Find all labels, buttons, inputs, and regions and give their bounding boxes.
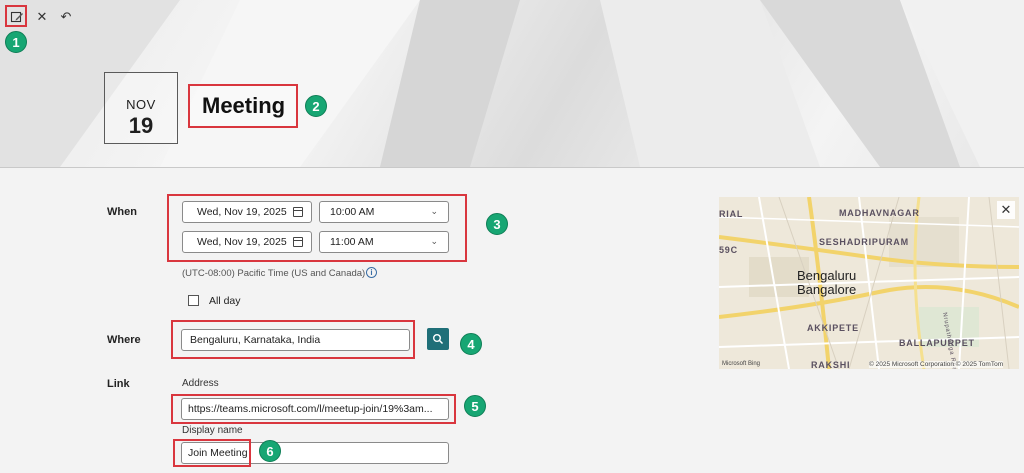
- link-address-input[interactable]: https://teams.microsoft.com/l/meetup-joi…: [181, 398, 449, 420]
- end-time-select[interactable]: 11:00 AM ⌄: [319, 231, 449, 253]
- end-time-value: 11:00 AM: [330, 236, 374, 248]
- display-name-label: Display name: [182, 425, 243, 436]
- event-header: ✕ ↶ NOV 19 Meeting: [0, 0, 1024, 168]
- map-label-seshadripuram: SESHADRIPURAM: [819, 237, 909, 247]
- map-label-rakshi: RAKSHI: [811, 360, 851, 369]
- link-label: Link: [107, 378, 130, 390]
- step-badge-3: 3: [486, 213, 508, 235]
- info-icon[interactable]: i: [366, 267, 377, 278]
- close-icon: ✕: [1000, 202, 1012, 217]
- start-time-select[interactable]: 10:00 AM ⌄: [319, 201, 449, 223]
- date-day: 19: [128, 113, 154, 138]
- location-input[interactable]: Bengaluru, Karnataka, India: [181, 329, 410, 351]
- highlight-box-1: [5, 5, 27, 27]
- end-date-value: Wed, Nov 19, 2025: [197, 236, 287, 248]
- calendar-icon: [293, 237, 303, 247]
- location-map[interactable]: MADHAVNAGAR SESHADRIPURAM AKKIPETE BALLA…: [719, 197, 1019, 369]
- end-date-picker[interactable]: Wed, Nov 19, 2025: [182, 231, 312, 253]
- start-date-value: Wed, Nov 19, 2025: [197, 206, 287, 218]
- map-label-ballapurpet: BALLAPURPET: [899, 338, 975, 348]
- step-badge-1: 1: [5, 31, 27, 53]
- chevron-down-icon: ⌄: [430, 206, 438, 216]
- timezone-text[interactable]: (UTC-08:00) Pacific Time (US and Canada): [182, 268, 365, 279]
- bing-logo: Microsoft Bing: [722, 361, 761, 367]
- where-label: Where: [107, 334, 141, 346]
- map-copyright: © 2025 Microsoft Corporation © 2025 TomT…: [869, 361, 1004, 368]
- step-badge-2: 2: [305, 95, 327, 117]
- map-label-akkipete: AKKIPETE: [807, 323, 859, 333]
- step-badge-6: 6: [259, 440, 281, 462]
- calendar-icon: [293, 207, 303, 217]
- undo-icon: ↶: [60, 9, 72, 24]
- when-label: When: [107, 206, 137, 218]
- all-day-checkbox[interactable]: [188, 295, 199, 306]
- event-title-field[interactable]: Meeting: [188, 84, 298, 128]
- step-badge-4: 4: [460, 333, 482, 355]
- map-city-secondary: Bangalore: [797, 282, 857, 297]
- map-close-button[interactable]: ✕: [997, 201, 1015, 219]
- link-address-value: https://teams.microsoft.com/l/meetup-joi…: [188, 403, 433, 415]
- location-value: Bengaluru, Karnataka, India: [190, 334, 321, 346]
- map-label-59c: 59C: [719, 245, 738, 255]
- map-label-rial: RIAL: [719, 209, 744, 219]
- map-city-label: Bengaluru Bangalore: [797, 269, 856, 297]
- highlight-box-6: [173, 439, 251, 467]
- close-icon: ✕: [36, 9, 48, 24]
- map-city-primary: Bengaluru: [797, 268, 857, 283]
- start-time-value: 10:00 AM: [330, 206, 375, 218]
- close-button[interactable]: ✕: [33, 8, 51, 26]
- event-title: Meeting: [202, 93, 286, 118]
- start-date-picker[interactable]: Wed, Nov 19, 2025: [182, 201, 312, 223]
- address-label: Address: [182, 378, 219, 389]
- date-month: NOV: [126, 97, 156, 112]
- step-badge-5: 5: [464, 395, 486, 417]
- map-label-madhavnagar: MADHAVNAGAR: [839, 208, 920, 218]
- date-tile: NOV 19: [104, 72, 178, 144]
- location-search-button[interactable]: [427, 328, 449, 350]
- chevron-down-icon: ⌄: [430, 236, 438, 246]
- all-day-label: All day: [209, 295, 241, 307]
- search-icon: [433, 334, 444, 345]
- undo-button[interactable]: ↶: [57, 8, 75, 26]
